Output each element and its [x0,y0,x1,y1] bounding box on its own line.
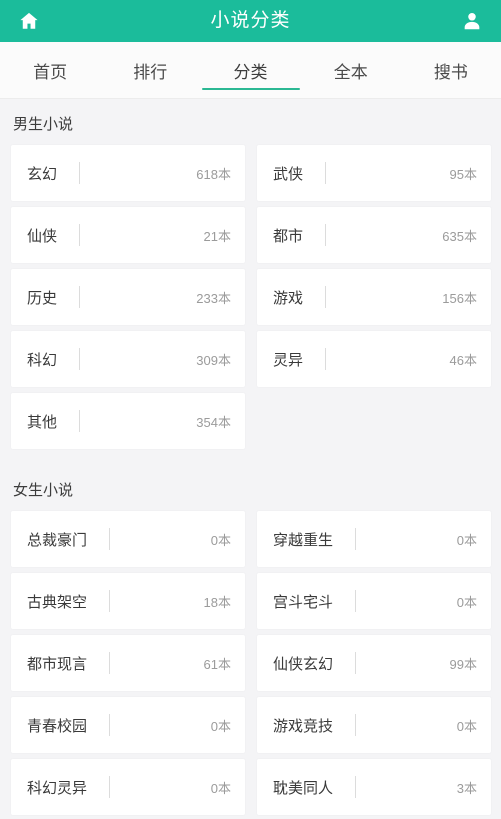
card-divider [109,714,111,736]
category-label: 科幻灵异 [27,779,88,797]
category-card[interactable]: 青春校园 0本 [11,697,245,753]
category-card[interactable]: 历史 233本 [11,269,245,325]
card-divider [355,652,357,674]
category-count: 0本 [210,532,231,548]
category-label: 游戏 [273,289,304,307]
category-label: 古典架空 [27,593,88,611]
category-label: 总裁豪门 [27,531,88,549]
category-card[interactable]: 科幻灵异 0本 [11,759,245,815]
category-count: 0本 [210,718,231,734]
tab-label: 分类 [233,62,268,82]
category-card[interactable]: 耽美同人 3本 [257,759,491,815]
category-label: 其他 [27,413,58,431]
category-count: 618本 [196,166,231,182]
card-divider [355,528,357,550]
card-divider [325,348,327,370]
card-divider [79,224,81,246]
category-card[interactable]: 游戏竞技 0本 [257,697,491,753]
category-card[interactable]: 仙侠玄幻 99本 [257,635,491,691]
category-label: 玄幻 [27,165,58,183]
category-count: 309本 [196,352,231,368]
category-grid-male: 玄幻 618本 武侠 95本 仙侠 21本 都市 635本 历史 233本 游戏… [0,145,501,449]
category-label: 耽美同人 [273,779,334,797]
category-label: 仙侠 [27,227,58,245]
page-title: 小说分类 [210,10,291,31]
category-label: 穿越重生 [273,531,334,549]
home-icon[interactable] [14,6,44,36]
app-header: 小说分类 [0,0,501,42]
category-count: 0本 [456,718,477,734]
category-label: 宫斗宅斗 [273,593,334,611]
category-count: 233本 [196,290,231,306]
tab-bar: 首页 排行 分类 全本 搜书 [0,42,501,99]
card-divider [325,162,327,184]
category-count: 0本 [456,594,477,610]
category-card[interactable]: 科幻 309本 [11,331,245,387]
user-avatar-icon[interactable] [457,6,487,36]
tab-complete[interactable]: 全本 [301,42,401,98]
category-card[interactable]: 宫斗宅斗 0本 [257,573,491,629]
category-count: 95本 [449,166,477,182]
card-divider [355,714,357,736]
tab-category[interactable]: 分类 [200,42,300,98]
category-card[interactable]: 其他 354本 [11,393,245,449]
category-card[interactable]: 总裁豪门 0本 [11,511,245,567]
card-divider [109,776,111,798]
tab-label: 排行 [133,62,168,82]
category-card[interactable]: 都市 635本 [257,207,491,263]
card-divider [109,528,111,550]
card-divider [355,590,357,612]
card-divider [325,224,327,246]
category-label: 灵异 [273,351,304,369]
card-divider [79,410,81,432]
card-divider [79,348,81,370]
category-count: 61本 [203,656,231,672]
category-count: 156本 [442,290,477,306]
section-title-female: 女生小说 [13,482,74,499]
category-count: 354本 [196,414,231,430]
tab-label: 搜书 [433,62,468,82]
category-label: 都市 [273,227,304,245]
tab-ranking[interactable]: 排行 [100,42,200,98]
category-label: 科幻 [27,351,58,369]
category-count: 99本 [449,656,477,672]
category-card[interactable]: 玄幻 618本 [11,145,245,201]
tab-label: 全本 [333,62,368,82]
category-card[interactable]: 古典架空 18本 [11,573,245,629]
category-count: 0本 [210,780,231,796]
category-card[interactable]: 仙侠 21本 [11,207,245,263]
section-title-male: 男生小说 [13,116,74,133]
category-count: 635本 [442,228,477,244]
category-card[interactable]: 游戏 156本 [257,269,491,325]
category-count: 3本 [456,780,477,796]
category-count: 46本 [449,352,477,368]
tab-label: 首页 [33,62,68,82]
card-divider [79,162,81,184]
category-label: 历史 [27,289,58,307]
category-count: 0本 [456,532,477,548]
category-count: 21本 [203,228,231,244]
category-card[interactable]: 穿越重生 0本 [257,511,491,567]
category-card[interactable]: 武侠 95本 [257,145,491,201]
category-content: 男生小说 玄幻 618本 武侠 95本 仙侠 21本 都市 635本 历史 23… [0,99,501,819]
category-grid-female: 总裁豪门 0本 穿越重生 0本 古典架空 18本 宫斗宅斗 0本 都市现言 61… [0,511,501,815]
category-label: 武侠 [273,165,304,183]
tab-search-books[interactable]: 搜书 [401,42,501,98]
card-divider [79,286,81,308]
category-label: 仙侠玄幻 [273,655,334,673]
card-divider [109,590,111,612]
category-card[interactable]: 都市现言 61本 [11,635,245,691]
category-card[interactable]: 灵异 46本 [257,331,491,387]
category-label: 游戏竞技 [273,717,334,735]
app-root: 小说分类 首页 排行 分类 全本 搜书 男生小说 玄幻 618本 武侠 95本 … [0,0,501,819]
card-divider [109,652,111,674]
category-label: 都市现言 [27,655,88,673]
tab-home[interactable]: 首页 [0,42,100,98]
category-count: 18本 [203,594,231,610]
card-divider [325,286,327,308]
category-label: 青春校园 [27,717,88,735]
card-divider [355,776,357,798]
